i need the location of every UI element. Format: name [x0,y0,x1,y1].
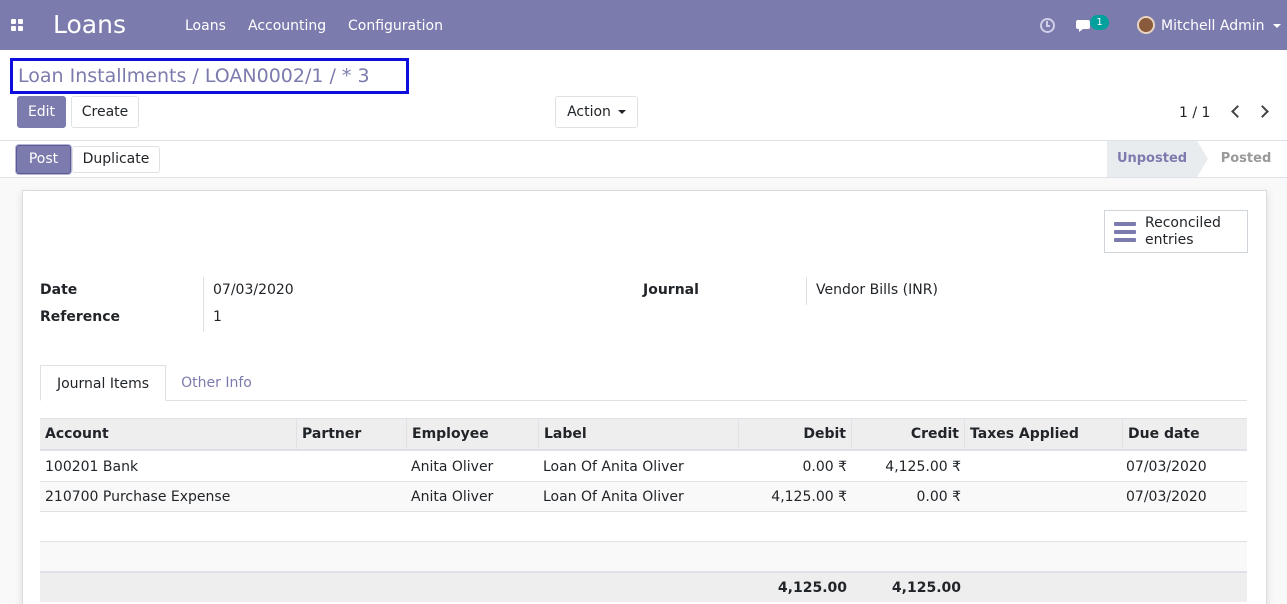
stage-unposted[interactable]: Unposted [1107,141,1197,177]
table-header: Account Partner Employee Label Debit Cre… [40,418,1247,451]
post-button[interactable]: Post [16,145,71,174]
caret-down-icon [617,110,626,114]
action-label: Action [567,104,611,120]
list-icon [1114,222,1136,242]
table-row[interactable]: 100201 Bank Anita Oliver Loan Of Anita O… [40,452,1247,482]
tab-underline [166,400,1247,401]
cell-employee: Anita Oliver [411,489,494,505]
total-debit: 4,125.00 [777,580,847,596]
journal-value: Vendor Bills (INR) [816,282,938,298]
column-header-taxes[interactable]: Taxes Applied [964,419,1122,450]
cell-account: 100201 Bank [45,459,139,475]
message-count-badge: 1 [1090,15,1109,30]
apps-menu-icon[interactable] [11,19,23,31]
column-header-employee[interactable]: Employee [406,419,538,450]
statusbar [0,141,1287,178]
column-header-debit[interactable]: Debit [738,419,851,450]
cell-debit: 0.00 ₹ [802,459,847,475]
cell-credit: 0.00 ₹ [916,489,961,505]
reference-value: 1 [213,309,222,325]
stage-posted[interactable]: Posted [1212,141,1280,177]
user-menu[interactable]: Mitchell Admin [1161,16,1265,36]
cell-debit: 4,125.00 ₹ [771,489,847,505]
stage-arrow-icon [1197,141,1208,177]
tab-journal-items[interactable]: Journal Items [40,365,166,401]
action-dropdown[interactable]: Action [555,96,638,128]
field-divider [806,277,807,305]
avatar[interactable] [1137,16,1155,34]
duplicate-button[interactable]: Duplicate [72,146,160,173]
table-footer-totals: 4,125.00 4,125.00 [40,572,1247,602]
table-row[interactable]: 210700 Purchase Expense Anita Oliver Loa… [40,482,1247,512]
edit-button[interactable]: Edit [17,96,66,128]
column-header-partner[interactable]: Partner [296,419,406,450]
cell-due-date: 07/03/2020 [1126,489,1207,505]
pager-value[interactable]: 1 / 1 [1179,104,1210,122]
menu-accounting[interactable]: Accounting [248,16,326,36]
cell-label: Loan Of Anita Oliver [543,459,684,475]
cell-label: Loan Of Anita Oliver [543,489,684,505]
empty-row [40,512,1247,542]
field-divider [203,277,204,332]
column-header-due-date[interactable]: Due date [1122,419,1247,450]
empty-row [40,542,1247,572]
date-label: Date [40,282,78,298]
create-button[interactable]: Create [71,96,139,128]
user-caret-icon[interactable] [1273,24,1281,28]
cell-employee: Anita Oliver [411,459,494,475]
tab-other-info[interactable]: Other Info [166,365,267,401]
cell-due-date: 07/03/2020 [1126,459,1207,475]
menu-configuration[interactable]: Configuration [348,16,443,36]
column-header-label[interactable]: Label [538,419,738,450]
cell-credit: 4,125.00 ₹ [885,459,961,475]
column-header-credit[interactable]: Credit [851,419,964,450]
reconciled-entries-label: Reconciled entries [1145,215,1221,248]
breadcrumb[interactable]: Loan Installments / LOAN0002/1 / * 3 [18,64,370,88]
menu-loans[interactable]: Loans [185,16,226,36]
reference-label: Reference [40,309,121,325]
journal-label: Journal [643,282,699,298]
total-credit: 4,125.00 [891,580,961,596]
column-header-account[interactable]: Account [40,419,296,450]
date-value: 07/03/2020 [213,282,294,298]
cell-account: 210700 Purchase Expense [45,489,231,505]
app-brand[interactable]: Loans [53,9,126,41]
activity-clock-icon[interactable] [1040,18,1055,33]
